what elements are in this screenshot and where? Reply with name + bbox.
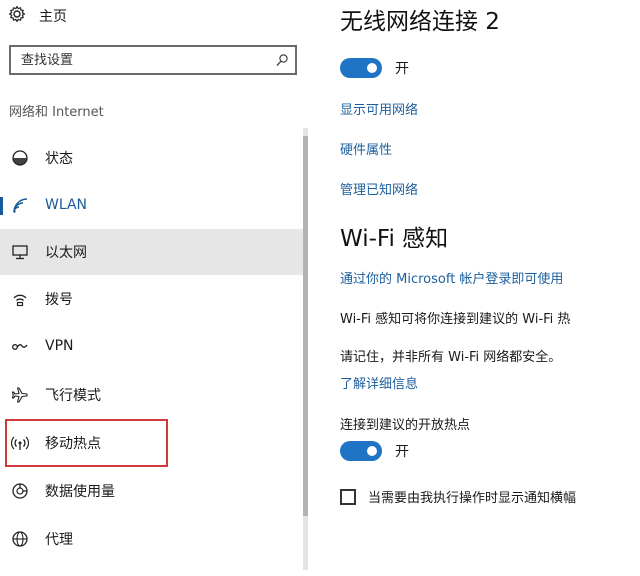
sidebar-item-label: 代理 <box>45 532 73 548</box>
wifi-sense-description: Wi-Fi 感知可将你连接到建议的 Wi-Fi 热 <box>340 312 571 327</box>
hotspot-toggle-label: 开 <box>395 444 409 460</box>
sidebar-item-label: 飞行模式 <box>45 388 101 404</box>
home-status-icon <box>10 148 30 168</box>
home-nav[interactable]: 主页 <box>8 4 67 28</box>
data-usage-icon <box>10 481 30 501</box>
sidebar-item-label: 移动热点 <box>45 436 101 452</box>
sidebar-item-wlan[interactable]: WLAN <box>0 182 303 228</box>
search-input[interactable] <box>11 47 269 73</box>
selection-indicator <box>0 197 3 215</box>
sidebar-item-label: 以太网 <box>45 245 87 261</box>
sidebar-item-label: VPN <box>45 338 74 354</box>
notify-checkbox-row: 当需要由我执行操作时显示通知横幅 <box>340 487 576 506</box>
toggle-knob <box>367 446 377 456</box>
wifi-icon <box>10 195 30 215</box>
sidebar-item-label: 拨号 <box>45 292 73 308</box>
sidebar-item-ethernet[interactable]: 以太网 <box>0 229 303 275</box>
section-heading: 网络和 Internet <box>9 105 104 120</box>
globe-icon <box>10 529 30 549</box>
home-label: 主页 <box>39 9 67 25</box>
sidebar-item-status[interactable]: 状态 <box>0 135 303 181</box>
sidebar-item-proxy[interactable]: 代理 <box>0 516 303 562</box>
monitor-icon <box>10 242 30 262</box>
airplane-icon <box>10 385 30 405</box>
hotspot-toggle-row: 开 <box>340 440 409 462</box>
sidebar-item-vpn[interactable]: VPN <box>0 323 303 369</box>
learn-more-link[interactable]: 了解详细信息 <box>340 373 418 392</box>
sidebar-item-data-usage[interactable]: 数据使用量 <box>0 468 303 514</box>
toggle-knob <box>367 63 377 73</box>
search-icon[interactable] <box>269 47 295 73</box>
gear-icon <box>8 5 26 27</box>
main-content: 无线网络连接 2 开 显示可用网络 硬件属性 管理已知网络 Wi-Fi 感知 通… <box>320 0 640 576</box>
search-box <box>9 45 297 75</box>
manage-known-networks-link[interactable]: 管理已知网络 <box>340 179 418 198</box>
hardware-properties-link[interactable]: 硬件属性 <box>340 139 392 158</box>
sidebar-item-dialup[interactable]: 拨号 <box>0 276 303 322</box>
sidebar-item-label: WLAN <box>45 197 88 213</box>
dialup-icon <box>10 289 30 309</box>
hotspot-icon <box>10 433 30 453</box>
sidebar-item-label: 数据使用量 <box>45 484 115 500</box>
page-title: 无线网络连接 2 <box>340 9 500 35</box>
show-networks-link[interactable]: 显示可用网络 <box>340 99 418 118</box>
wifi-toggle-row: 开 <box>340 57 409 79</box>
scrollbar-thumb[interactable] <box>303 136 308 516</box>
notify-checkbox[interactable] <box>340 488 356 505</box>
sidebar-scrollbar[interactable] <box>303 128 308 570</box>
sidebar-item-label: 状态 <box>45 151 73 167</box>
sidebar-item-mobile-hotspot[interactable]: 移动热点 <box>0 420 303 466</box>
wifi-sense-title: Wi-Fi 感知 <box>340 226 449 252</box>
open-hotspot-toggle[interactable] <box>340 441 382 461</box>
wifi-toggle-label: 开 <box>395 61 409 77</box>
sidebar: 主页 网络和 Internet 状态 <box>0 0 305 576</box>
settings-window: 主页 网络和 Internet 状态 <box>0 0 640 576</box>
microsoft-signin-link[interactable]: 通过你的 Microsoft 帐户登录即可使用 <box>340 268 563 287</box>
sidebar-item-airplane-mode[interactable]: 飞行模式 <box>0 372 303 418</box>
open-hotspot-setting-label: 连接到建议的开放热点 <box>340 418 471 433</box>
notify-checkbox-label: 当需要由我执行操作时显示通知横幅 <box>368 491 577 506</box>
vpn-icon <box>10 336 30 356</box>
wifi-security-warning: 请记住，并非所有 Wi-Fi 网络都安全。 <box>340 350 562 365</box>
wifi-toggle[interactable] <box>340 58 382 78</box>
